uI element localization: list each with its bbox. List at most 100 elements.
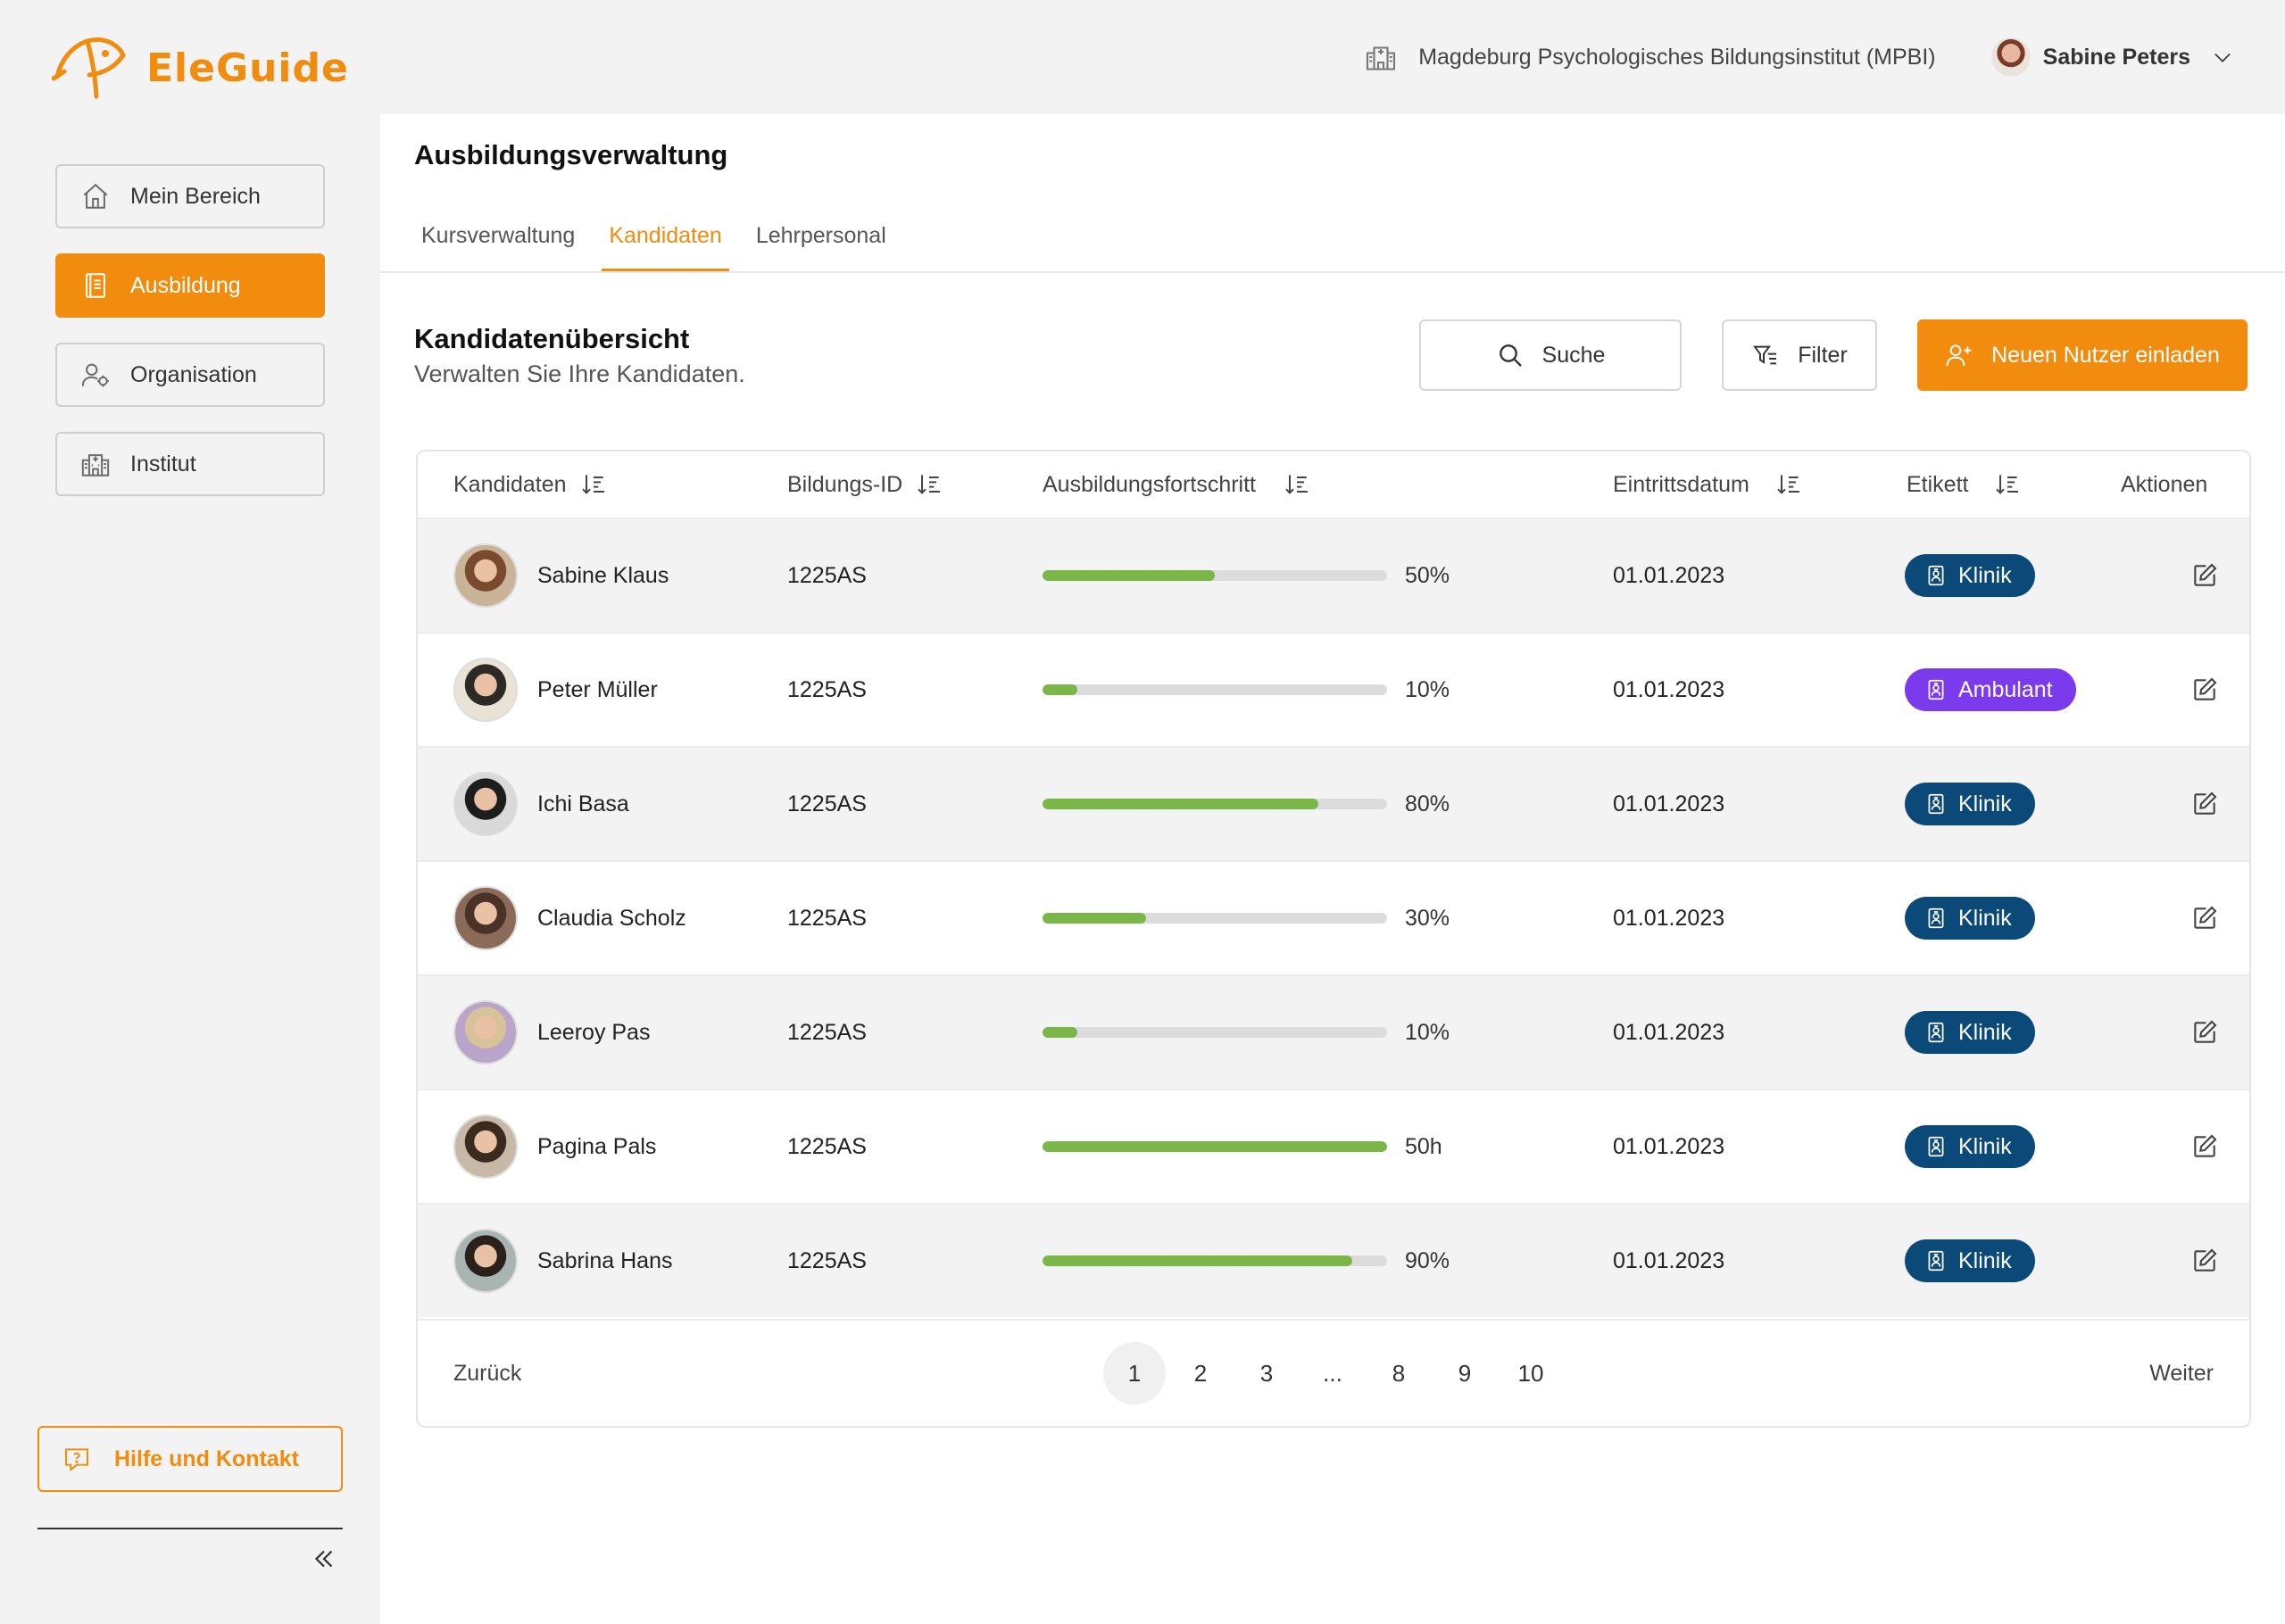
add-user-icon: [1946, 344, 1972, 367]
tag-badge[interactable]: Ambulant: [1905, 668, 2076, 711]
tab-kursverwaltung[interactable]: Kursverwaltung: [414, 203, 582, 271]
education-id: 1225AS: [787, 562, 867, 588]
tag-badge[interactable]: Klinik: [1905, 1125, 2035, 1168]
page-number[interactable]: 10: [1500, 1342, 1562, 1404]
page-number[interactable]: 9: [1433, 1342, 1496, 1404]
eleguide-logo-icon: [52, 37, 126, 99]
table-row[interactable]: Claudia Scholz 1225AS 30% 01.01.2023 Kli…: [418, 860, 2249, 974]
progress-label: 30%: [1405, 905, 1450, 931]
building-icon: [81, 454, 110, 476]
candidate-cell: Sabrina Hans: [453, 1229, 672, 1293]
column-header-actions: Aktionen: [2121, 472, 2207, 498]
progress-label: 10%: [1405, 1019, 1450, 1045]
entry-date: 01.01.2023: [1613, 1247, 1725, 1273]
sidebar-item-ausbildung[interactable]: Ausbildung: [55, 253, 325, 318]
candidate-name: Sabine Klaus: [537, 562, 669, 588]
tag-badge[interactable]: Klinik: [1905, 1239, 2035, 1282]
column-label: Bildungs-ID: [787, 471, 903, 497]
tab-divider: [380, 271, 2285, 273]
page-number[interactable]: 3: [1235, 1342, 1298, 1404]
table-row[interactable]: Ichi Basa 1225AS 80% 01.01.2023 Klinik: [418, 746, 2249, 860]
progress-cell: 30%: [1043, 906, 1450, 932]
tab-lehrpersonal[interactable]: Lehrpersonal: [749, 203, 893, 271]
candidate-cell: Ichi Basa: [453, 772, 629, 836]
id-badge-icon: [1924, 792, 1948, 816]
entry-date: 01.01.2023: [1613, 562, 1725, 588]
progress-bar: [1043, 913, 1387, 924]
help-contact-button[interactable]: Hilfe und Kontakt: [37, 1426, 343, 1492]
collapse-sidebar-icon[interactable]: [309, 1544, 339, 1574]
tag-label: Klinik: [1958, 905, 2012, 931]
progress-cell: 50%: [1043, 563, 1450, 589]
table-row[interactable]: Leeroy Pas 1225AS 10% 01.01.2023 Klinik: [418, 974, 2249, 1089]
edit-icon[interactable]: [2190, 904, 2219, 932]
sidebar-item-mein-bereich[interactable]: Mein Bereich: [55, 164, 325, 228]
column-header-candidates[interactable]: Kandidaten: [453, 470, 608, 499]
edit-icon[interactable]: [2190, 1018, 2219, 1047]
main-panel: Ausbildungsverwaltung Kursverwaltung Kan…: [380, 114, 2285, 1624]
id-badge-icon: [1924, 907, 1948, 930]
tag-badge[interactable]: Klinik: [1905, 1011, 2035, 1054]
tab-bar: Kursverwaltung Kandidaten Lehrpersonal: [414, 203, 913, 271]
tag-label: Klinik: [1958, 791, 2012, 816]
sort-icon: [581, 475, 604, 494]
table-body: Sabine Klaus 1225AS 50% 01.01.2023 Klini…: [418, 518, 2249, 1317]
edit-icon[interactable]: [2190, 561, 2219, 590]
edit-icon[interactable]: [2190, 790, 2219, 818]
progress-bar: [1043, 570, 1387, 581]
column-header-date[interactable]: Eintrittsdatum: [1613, 470, 1803, 499]
logo[interactable]: EleGuide: [52, 34, 349, 102]
tag-badge[interactable]: Klinik: [1905, 554, 2035, 597]
column-label: Etikett: [1907, 471, 1969, 497]
tag-label: Klinik: [1958, 1247, 2012, 1273]
sidebar-item-institut[interactable]: Institut: [55, 432, 325, 496]
table-row[interactable]: Peter Müller 1225AS 10% 01.01.2023 Ambul…: [418, 632, 2249, 746]
sidebar-item-label: Mein Bereich: [130, 183, 261, 209]
progress-bar: [1043, 684, 1387, 695]
education-id: 1225AS: [787, 676, 867, 702]
page-number[interactable]: 2: [1169, 1342, 1232, 1404]
edit-icon[interactable]: [2190, 675, 2219, 704]
candidate-cell: Claudia Scholz: [453, 886, 686, 950]
column-label: Aktionen: [2121, 471, 2208, 497]
pagination-ellipsis: ...: [1323, 1359, 1342, 1387]
next-page-button[interactable]: Weiter: [2149, 1361, 2214, 1387]
page-number[interactable]: 1: [1103, 1342, 1166, 1404]
user-menu[interactable]: Sabine Peters: [1990, 37, 2235, 77]
book-icon: [86, 273, 105, 298]
column-header-tag[interactable]: Etikett: [1907, 470, 2022, 499]
candidate-name: Peter Müller: [537, 676, 658, 702]
table-row[interactable]: Pagina Pals 1225AS 50h 01.01.2023 Klinik: [418, 1089, 2249, 1203]
progress-label: 90%: [1405, 1247, 1450, 1273]
section-title: Kandidatenübersicht: [414, 323, 690, 354]
search-button[interactable]: Suche: [1419, 319, 1682, 391]
help-chat-icon: [65, 1448, 88, 1472]
progress-cell: 50h: [1043, 1134, 1442, 1160]
filter-button[interactable]: Filter: [1722, 319, 1877, 391]
tag-badge[interactable]: Klinik: [1905, 897, 2035, 940]
sidebar-nav: Mein Bereich Ausbildung Organisation Ins…: [55, 164, 325, 521]
tag-badge[interactable]: Klinik: [1905, 783, 2035, 825]
sidebar-item-organisation[interactable]: Organisation: [55, 343, 325, 407]
column-header-progress[interactable]: Ausbildungsfortschritt: [1043, 470, 1311, 499]
progress-label: 80%: [1405, 791, 1450, 816]
progress-label: 50h: [1405, 1133, 1442, 1159]
table-row[interactable]: Sabrina Hans 1225AS 90% 01.01.2023 Klini…: [418, 1203, 2249, 1317]
id-badge-icon: [1924, 1249, 1948, 1272]
table-row[interactable]: Sabine Klaus 1225AS 50% 01.01.2023 Klini…: [418, 518, 2249, 632]
column-label: Kandidaten: [453, 471, 567, 497]
tab-kandidaten[interactable]: Kandidaten: [602, 203, 729, 271]
entry-date: 01.01.2023: [1613, 905, 1725, 931]
progress-fill: [1043, 684, 1077, 695]
edit-icon[interactable]: [2190, 1132, 2219, 1161]
column-header-id[interactable]: Bildungs-ID: [787, 470, 943, 499]
page-number[interactable]: 8: [1367, 1342, 1430, 1404]
invite-user-button[interactable]: Neuen Nutzer einladen: [1917, 319, 2248, 391]
progress-fill: [1043, 913, 1146, 924]
avatar: [1990, 37, 2031, 77]
page-numbers: 1 2 3... 8 9 10: [1103, 1342, 1562, 1404]
previous-page-button[interactable]: Zurück: [453, 1361, 521, 1387]
edit-icon[interactable]: [2190, 1247, 2219, 1275]
candidates-table: Kandidaten Bildungs-ID Ausbildungsfortsc…: [416, 450, 2251, 1428]
filter-label: Filter: [1798, 342, 1848, 368]
